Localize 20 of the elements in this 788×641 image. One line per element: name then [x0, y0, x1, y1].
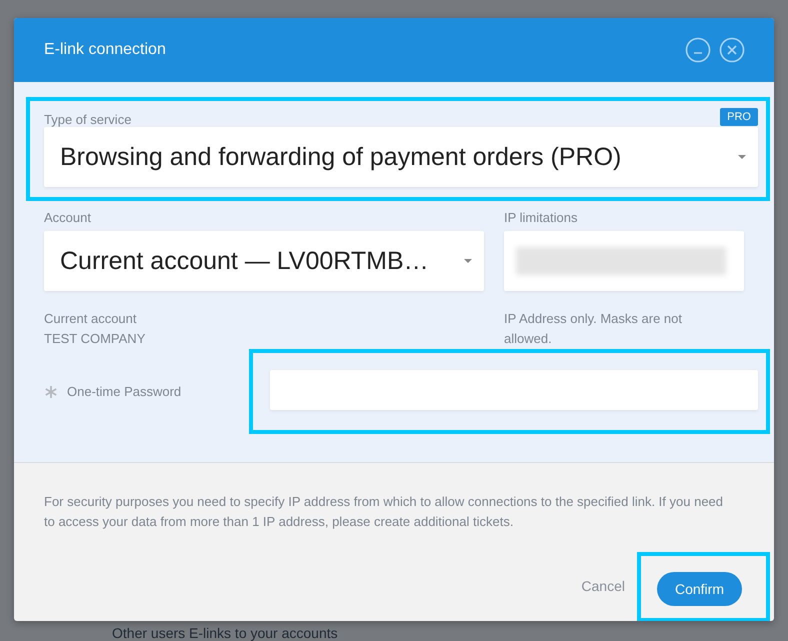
account-note: TEST COMPANY: [44, 330, 146, 348]
field-label: Type of service: [44, 112, 132, 127]
field-label: IP limitations: [504, 210, 578, 225]
ip-note: IP Address only. Masks are not allowed.: [504, 310, 683, 348]
section-heading: Other users E-links to your accounts: [112, 625, 339, 641]
field-label: One-time Password: [67, 384, 182, 399]
caret-icon: [464, 259, 472, 263]
minimize-icon[interactable]: [685, 37, 711, 63]
dialog-title: E-link connection: [44, 41, 166, 59]
confirm-button[interactable]: Confirm: [656, 572, 742, 606]
account-dropdown[interactable]: Current account — LV00RTMB…: [44, 231, 484, 291]
security-note: For security purposes you need to specify IP address from which to allow connections to the specified link. If you need to access your data from more than 1 IP address, please create additional tickets.: [44, 493, 724, 531]
password-field[interactable]: [270, 370, 758, 410]
caret-icon: [738, 155, 746, 159]
account-note: Current account: [44, 310, 138, 328]
ip-field[interactable]: [504, 231, 744, 291]
service-dropdown[interactable]: Browsing and forwarding of payment orders (PRO): [44, 127, 758, 187]
pro-badge: PRO: [720, 108, 758, 126]
field-label: Account: [44, 210, 92, 225]
close-icon[interactable]: [719, 37, 745, 63]
